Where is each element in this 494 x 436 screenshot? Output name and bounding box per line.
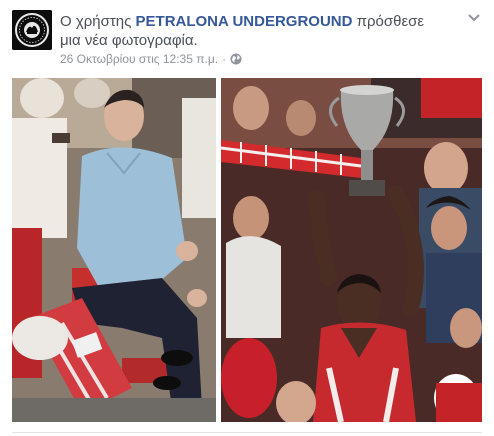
photo-left-image	[12, 78, 216, 422]
page-avatar[interactable]	[12, 10, 52, 50]
headline-prefix: Ο χρήστης	[60, 13, 132, 30]
photo-left[interactable]	[12, 78, 216, 422]
story-headline: Ο χρήστης PETRALONA UNDERGROUND πρόσθεσε…	[60, 12, 430, 50]
photo-right[interactable]	[221, 78, 482, 422]
page-logo-icon	[12, 10, 52, 50]
photo-right-image	[221, 78, 482, 422]
globe-icon[interactable]	[230, 53, 242, 65]
timestamp-link[interactable]: 26 Οκτωβρίου στις 12:35 π.μ.	[60, 52, 218, 66]
author-link[interactable]: PETRALONA UNDERGROUND	[136, 13, 353, 30]
story-meta: 26 Οκτωβρίου στις 12:35 π.μ. ·	[60, 52, 242, 66]
photo-grid	[12, 78, 482, 422]
divider	[12, 432, 482, 433]
meta-separator: ·	[222, 52, 227, 66]
chevron-down-icon[interactable]	[466, 12, 482, 24]
feed-story: Ο χρήστης PETRALONA UNDERGROUND πρόσθεσε…	[0, 0, 494, 436]
